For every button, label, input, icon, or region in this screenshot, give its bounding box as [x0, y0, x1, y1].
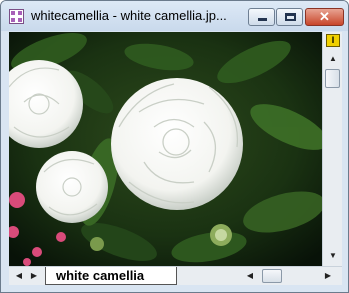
sheet-tab-bar: ◀ ▶ white camellia ◀ ▶ [9, 266, 342, 285]
scroll-left-arrow-icon[interactable]: ◀ [243, 268, 257, 284]
image-window-icon[interactable] [9, 9, 24, 24]
camellia-photo [9, 32, 322, 266]
scroll-right-arrow-icon[interactable]: ▶ [321, 268, 335, 284]
horizontal-scrollbar[interactable]: ◀ ▶ [239, 267, 342, 285]
sheet-tab-white-camellia[interactable]: white camellia [45, 267, 177, 285]
maximize-button[interactable] [276, 8, 303, 26]
scroll-down-arrow-icon[interactable]: ▼ [325, 248, 341, 264]
maximize-icon [285, 13, 296, 21]
title-bar[interactable]: whitecamellia - white camellia.jp... ✕ [1, 1, 348, 31]
scroll-up-arrow-icon[interactable]: ▲ [325, 51, 341, 67]
window-title: whitecamellia - white camellia.jp... [31, 8, 227, 23]
close-icon: ✕ [319, 9, 330, 24]
vertical-scrollbar[interactable]: I ▲ ▼ [322, 32, 342, 266]
horizontal-scroll-thumb[interactable] [262, 269, 282, 283]
image-canvas[interactable] [9, 32, 322, 266]
previous-sheet-arrow-icon[interactable]: ◀ [12, 269, 26, 283]
minimize-icon [258, 18, 267, 21]
minimize-button[interactable] [248, 8, 275, 26]
vertical-scroll-thumb[interactable] [325, 69, 340, 88]
close-button[interactable]: ✕ [305, 8, 344, 26]
next-sheet-arrow-icon[interactable]: ▶ [27, 269, 41, 283]
image-window: whitecamellia - white camellia.jp... ✕ I… [0, 0, 349, 293]
split-window-button[interactable]: I [326, 34, 340, 47]
